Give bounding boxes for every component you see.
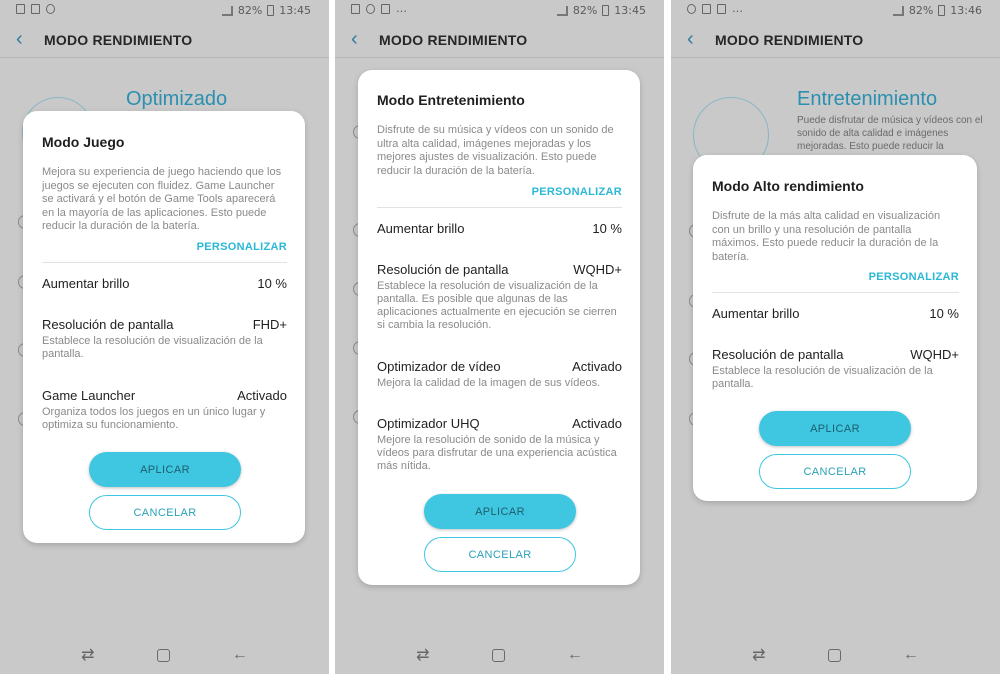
battery-icon	[267, 5, 275, 16]
image-icon	[702, 4, 711, 14]
home-icon[interactable]	[827, 648, 841, 662]
background-mode-description: Puede disfrutar de música y vídeos con e…	[797, 115, 983, 152]
resolution-label: Resolución de pantalla	[42, 317, 174, 332]
image-icon	[381, 4, 390, 14]
brightness-value: 10 %	[592, 221, 622, 236]
brightness-value: 10 %	[257, 276, 287, 291]
dialog-description: Disfrute de la más alta calidad en visua…	[712, 210, 941, 263]
status-bar: … 82% 13:45	[335, 0, 664, 22]
back-arrow-icon[interactable]: ‹	[16, 28, 23, 51]
resolution-description: Establece la resolución de visualización…	[712, 365, 933, 390]
resolution-label: Resolución de pantalla	[377, 262, 509, 277]
back-icon[interactable]: ←	[567, 646, 583, 664]
status-bar: … 82% 13:46	[671, 0, 1000, 22]
dialog-title: Modo Entretenimiento	[377, 92, 525, 108]
uhq-optimizer-value: Activado	[572, 416, 622, 431]
signal-icon	[892, 5, 904, 16]
image-icon	[31, 4, 40, 14]
game-launcher-value: Activado	[237, 388, 287, 403]
dialog-description: Disfrute de su música y vídeos con un so…	[377, 124, 614, 177]
customize-link[interactable]: PERSONALIZAR	[197, 241, 287, 253]
resolution-value: WQHD+	[910, 347, 959, 362]
battery-percent: 82%	[908, 4, 934, 17]
uhq-optimizer-label: Optimizador UHQ	[377, 416, 480, 431]
divider	[712, 292, 959, 293]
dialog-title: Modo Juego	[42, 134, 125, 150]
entertainment-mode-dialog: Modo Entretenimiento Disfrute de su músi…	[358, 70, 640, 585]
sync-icon	[46, 4, 55, 14]
game-mode-dialog: Modo Juego Mejora su experiencia de jueg…	[23, 111, 305, 543]
phone-screen-game-mode: 82% 13:45 ‹ MODO RENDIMIENTO Optimizado …	[0, 0, 329, 674]
divider	[42, 262, 287, 263]
uhq-optimizer-description: Mejore la resolución de sonido de la mús…	[377, 434, 617, 472]
battery-icon	[938, 5, 946, 16]
more-notifications-icon: …	[396, 2, 408, 15]
signal-icon	[221, 5, 233, 16]
cancel-button[interactable]: CANCELAR	[759, 454, 911, 489]
recent-apps-icon[interactable]: ⇄	[416, 645, 429, 665]
page-title: MODO RENDIMIENTO	[44, 32, 193, 48]
apply-button[interactable]: APLICAR	[89, 452, 241, 487]
signal-icon	[556, 5, 568, 16]
back-icon[interactable]: ←	[903, 646, 919, 664]
battery-percent: 82%	[237, 4, 263, 17]
cancel-button[interactable]: CANCELAR	[89, 495, 241, 530]
customize-link[interactable]: PERSONALIZAR	[869, 271, 959, 283]
game-launcher-label: Game Launcher	[42, 388, 136, 403]
high-performance-mode-dialog: Modo Alto rendimiento Disfrute de la más…	[693, 155, 977, 501]
customize-link[interactable]: PERSONALIZAR	[532, 186, 622, 198]
background-mode-title: Optimizado	[126, 88, 228, 110]
video-optimizer-value: Activado	[572, 359, 622, 374]
divider	[377, 207, 622, 208]
resolution-description: Establece la resolución de visualización…	[377, 280, 617, 331]
app-header: ‹ MODO RENDIMIENTO	[335, 22, 664, 58]
dialog-description: Mejora su experiencia de juego haciendo …	[42, 166, 282, 232]
app-header: ‹ MODO RENDIMIENTO	[0, 22, 329, 58]
video-optimizer-description: Mejora la calidad de la imagen de sus ví…	[377, 377, 601, 389]
brightness-label: Aumentar brillo	[712, 306, 800, 321]
navigation-bar: ⇄ ←	[0, 636, 329, 674]
game-launcher-description: Organiza todos los juegos en un único lu…	[42, 406, 266, 431]
more-notifications-icon: …	[732, 2, 744, 15]
sync-icon	[687, 4, 696, 14]
notification-icon	[16, 4, 25, 14]
clock: 13:45	[279, 4, 311, 17]
clock: 13:45	[614, 4, 646, 17]
battery-icon	[602, 5, 610, 16]
back-arrow-icon[interactable]: ‹	[351, 28, 358, 51]
resolution-description: Establece la resolución de visualización…	[42, 335, 263, 360]
page-title: MODO RENDIMIENTO	[715, 32, 864, 48]
phone-screen-high-performance-mode: … 82% 13:46 ‹ MODO RENDIMIENTO Entreteni…	[671, 0, 1000, 674]
video-optimizer-label: Optimizador de vídeo	[377, 359, 501, 374]
notification-icon	[717, 4, 726, 14]
brightness-value: 10 %	[929, 306, 959, 321]
back-icon[interactable]: ←	[232, 646, 248, 664]
apply-button[interactable]: APLICAR	[759, 411, 911, 446]
page-title: MODO RENDIMIENTO	[379, 32, 528, 48]
apply-button[interactable]: APLICAR	[424, 494, 576, 529]
notification-icon	[351, 4, 360, 14]
app-header: ‹ MODO RENDIMIENTO	[671, 22, 1000, 58]
home-icon[interactable]	[156, 648, 170, 662]
navigation-bar: ⇄ ←	[671, 636, 1000, 674]
recent-apps-icon[interactable]: ⇄	[81, 645, 94, 665]
resolution-label: Resolución de pantalla	[712, 347, 844, 362]
brightness-label: Aumentar brillo	[377, 221, 465, 236]
background-mode-title: Entretenimiento	[797, 88, 938, 110]
battery-percent: 82%	[572, 4, 598, 17]
back-arrow-icon[interactable]: ‹	[687, 28, 694, 51]
phone-screen-entertainment-mode: … 82% 13:45 ‹ MODO RENDIMIENTO Modo Entr…	[335, 0, 664, 674]
clock: 13:46	[950, 4, 982, 17]
home-icon[interactable]	[491, 648, 505, 662]
sync-icon	[366, 4, 375, 14]
resolution-value: FHD+	[252, 317, 287, 332]
recent-apps-icon[interactable]: ⇄	[752, 645, 765, 665]
brightness-label: Aumentar brillo	[42, 276, 130, 291]
navigation-bar: ⇄ ←	[335, 636, 664, 674]
dialog-title: Modo Alto rendimiento	[712, 178, 864, 194]
cancel-button[interactable]: CANCELAR	[424, 537, 576, 572]
status-bar: 82% 13:45	[0, 0, 329, 22]
resolution-value: WQHD+	[573, 262, 622, 277]
